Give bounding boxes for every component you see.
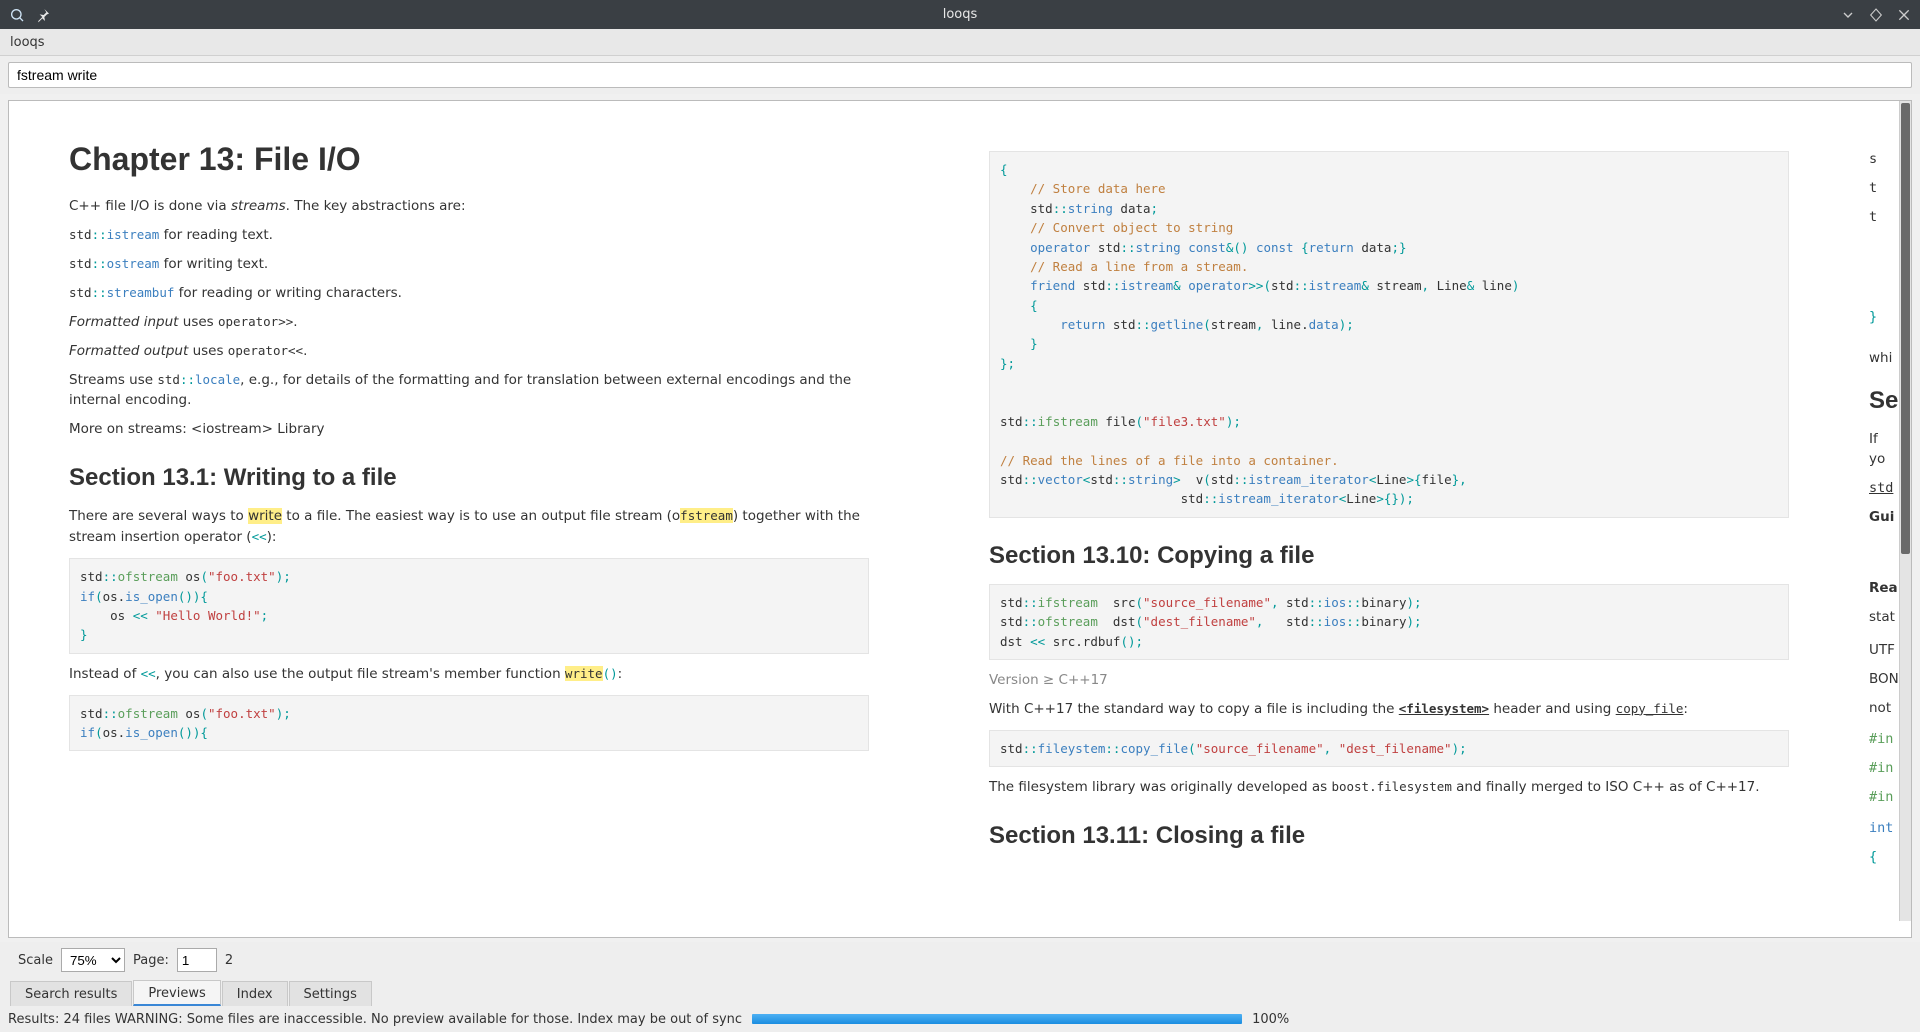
code-block: std::ofstream os("foo.txt"); if(os.is_op…	[69, 695, 869, 752]
preview-frame: Chapter 13: File I/O C++ file I/O is don…	[8, 100, 1912, 938]
body-text: The filesystem library was originally de…	[989, 777, 1789, 798]
progress-pct: 100%	[1252, 1012, 1289, 1027]
menubar: looqs	[0, 29, 1920, 56]
titlebar: looqs	[0, 0, 1920, 29]
window-title: looqs	[943, 7, 978, 22]
preview-scroll[interactable]: Chapter 13: File I/O C++ file I/O is don…	[9, 101, 1911, 937]
page-spinner[interactable]	[177, 948, 217, 972]
body-text: std::streambuf for reading or writing ch…	[69, 283, 869, 304]
page-total: 2	[225, 953, 233, 968]
body-text: More on streams: <iostream> Library	[69, 419, 869, 440]
body-text: Streams use std::locale, e.g., for detai…	[69, 370, 869, 412]
body-text: Formatted output uses operator<<.	[69, 341, 869, 362]
preview-card: Chapter 13: File I/O C++ file I/O is don…	[29, 113, 909, 921]
preview-controls: Scale 75% Page: 2	[0, 942, 1920, 978]
preview-card: { // Store data here std::string data; /…	[949, 113, 1829, 921]
bottom-tabs: Search results Previews Index Settings	[0, 978, 1920, 1006]
tab-settings[interactable]: Settings	[289, 981, 372, 1006]
code-block: std::ifstream src("source_filename", std…	[989, 584, 1789, 660]
code-block: std::ofstream os("foo.txt"); if(os.is_op…	[69, 558, 869, 654]
code-block: { // Store data here std::string data; /…	[989, 151, 1789, 518]
maximize-button[interactable]	[1868, 7, 1884, 23]
progress-bar	[752, 1014, 1242, 1024]
tab-search-results[interactable]: Search results	[10, 981, 132, 1006]
status-text: Results: 24 files WARNING: Some files ar…	[8, 1012, 742, 1027]
minimize-button[interactable]	[1840, 7, 1856, 23]
close-button[interactable]	[1896, 7, 1912, 23]
search-row	[0, 56, 1920, 94]
body-text: Formatted input uses operator>>.	[69, 312, 869, 333]
pin-icon[interactable]	[34, 6, 52, 24]
page-label: Page:	[133, 953, 169, 968]
progress-fill	[752, 1014, 1242, 1024]
menu-app[interactable]: looqs	[10, 35, 45, 50]
body-text: With C++17 the standard way to copy a fi…	[989, 699, 1789, 720]
app-icon	[8, 6, 26, 24]
vertical-scrollbar[interactable]	[1899, 101, 1911, 921]
scale-select[interactable]: 75%	[61, 948, 125, 972]
chapter-heading: Chapter 13: File I/O	[69, 141, 869, 178]
section-heading: Section 13.10: Copying a file	[989, 542, 1789, 570]
body-text: std::ostream for writing text.	[69, 254, 869, 275]
version-label: Version ≥ C++17	[989, 670, 1789, 691]
body-text: Instead of <<, you can also use the outp…	[69, 664, 869, 685]
scale-label: Scale	[18, 953, 53, 968]
section-heading: Section 13.11: Closing a file	[989, 822, 1789, 850]
search-input[interactable]	[8, 62, 1912, 88]
body-text: C++ file I/O is done via streams. The ke…	[69, 196, 869, 217]
section-heading: Section 13.1: Writing to a file	[69, 464, 869, 492]
body-text: std::istream for reading text.	[69, 225, 869, 246]
body-text: There are several ways to write to a fil…	[69, 506, 869, 548]
tab-index[interactable]: Index	[222, 981, 288, 1006]
tab-previews[interactable]: Previews	[133, 980, 220, 1006]
scrollbar-thumb[interactable]	[1901, 103, 1910, 554]
statusbar: Results: 24 files WARNING: Some files ar…	[0, 1006, 1920, 1032]
code-block: std::fileystem::copy_file("source_filena…	[989, 730, 1789, 767]
